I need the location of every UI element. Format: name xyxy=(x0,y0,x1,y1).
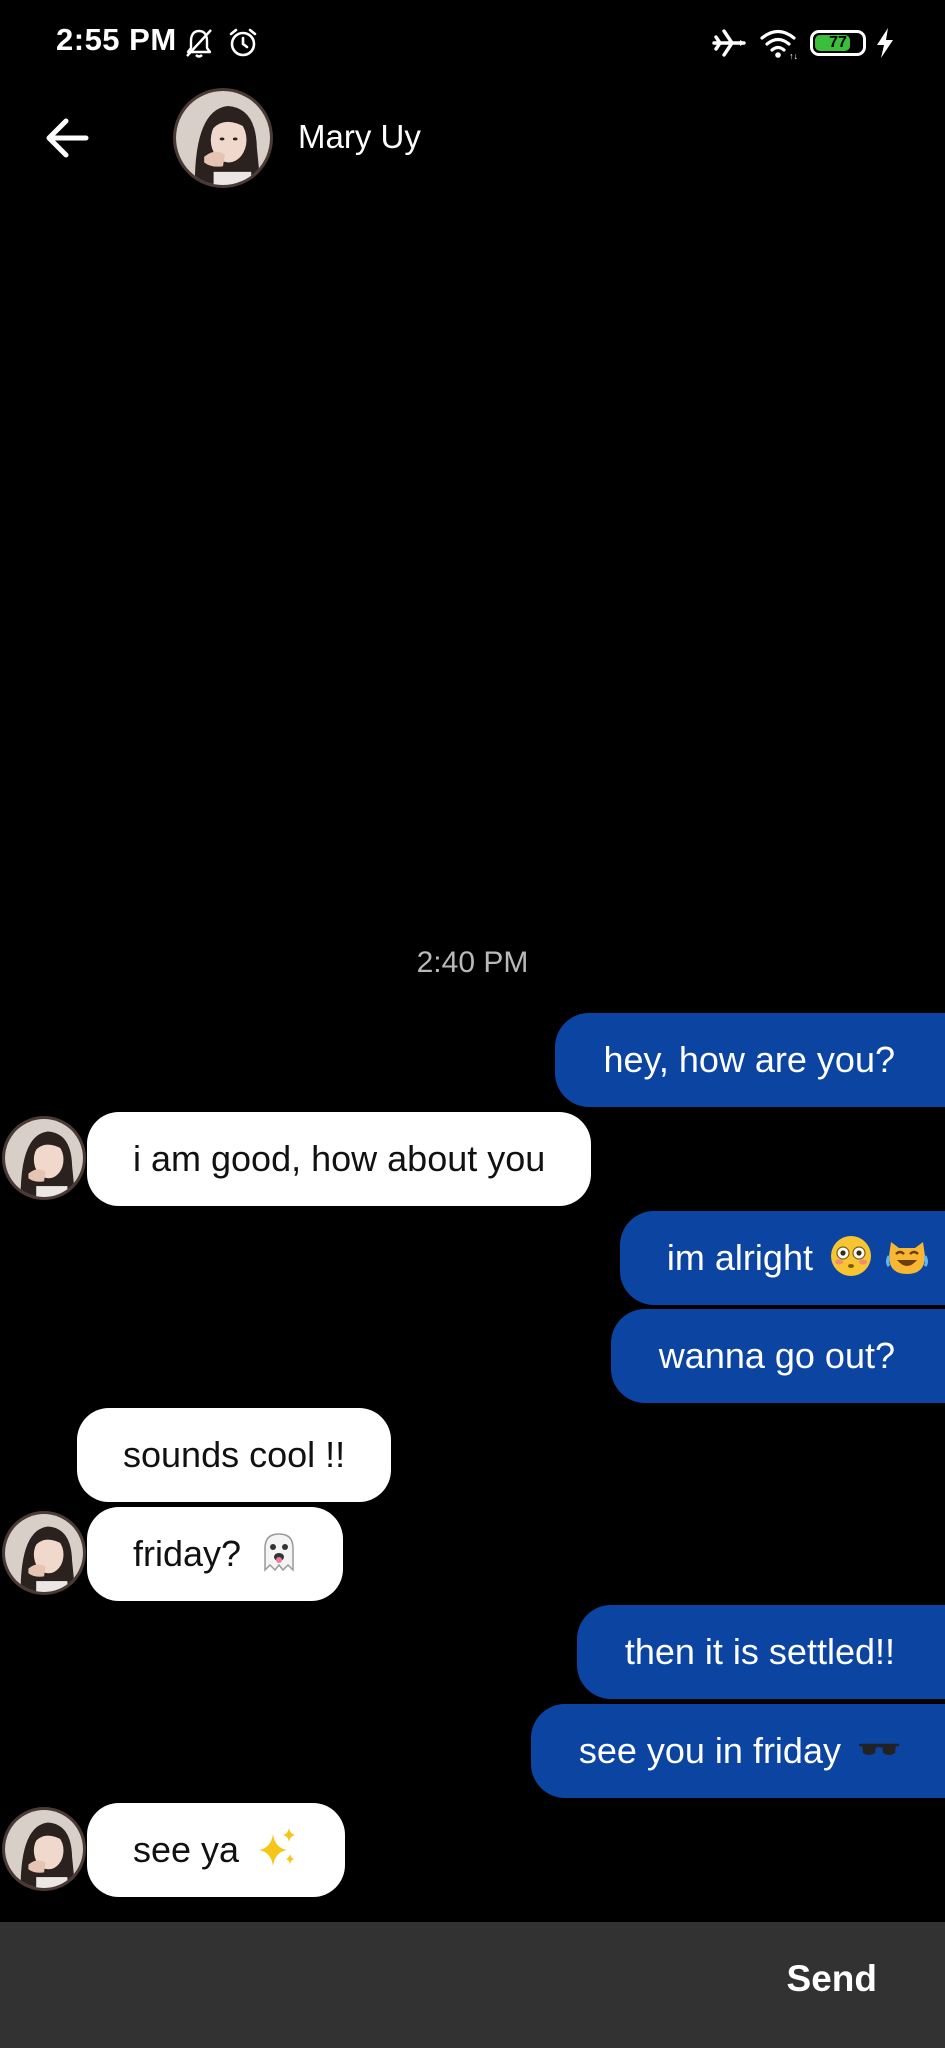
incoming-message[interactable]: i am good, how about you xyxy=(87,1112,592,1206)
conversation-header: Mary Uy xyxy=(0,88,945,188)
battery-level: 77 xyxy=(829,34,847,51)
message-input[interactable] xyxy=(30,1942,734,2030)
message-text: see you in friday xyxy=(578,1730,841,1771)
outgoing-message[interactable]: see you in friday xyxy=(530,1704,945,1798)
svg-text:↑↓: ↑↓ xyxy=(789,51,798,60)
status-bar: 2:55 PM ↑↓ 77 xyxy=(0,0,945,88)
sunglasses-emoji xyxy=(857,1727,901,1771)
message-text: im alright xyxy=(666,1237,813,1278)
message-text: then it is settled!! xyxy=(624,1631,895,1672)
outgoing-message[interactable]: wanna go out? xyxy=(610,1309,945,1403)
send-button[interactable]: Send xyxy=(787,1958,877,2000)
contact-avatar[interactable] xyxy=(173,88,273,188)
contact-avatar-small[interactable] xyxy=(2,1116,86,1200)
message-text: hey, how are you? xyxy=(603,1039,895,1080)
alarm-icon xyxy=(226,26,260,60)
outgoing-message[interactable]: im alright xyxy=(619,1211,945,1305)
sparkles-emoji xyxy=(255,1826,299,1870)
avatar-photo xyxy=(5,1119,83,1197)
outgoing-message[interactable]: hey, how are you? xyxy=(555,1013,945,1107)
avatar-photo xyxy=(176,91,270,185)
incoming-message[interactable]: see ya xyxy=(87,1803,346,1897)
charging-icon xyxy=(872,26,898,60)
incoming-message[interactable]: sounds cool !! xyxy=(77,1408,392,1502)
message-text: see ya xyxy=(133,1829,240,1870)
outgoing-message[interactable]: then it is settled!! xyxy=(576,1605,945,1699)
cat-tears-of-joy-emoji xyxy=(885,1234,929,1278)
arrow-left-icon xyxy=(46,118,89,158)
back-button[interactable] xyxy=(40,110,96,166)
incoming-message[interactable]: friday? xyxy=(87,1507,344,1601)
message-text: wanna go out? xyxy=(658,1335,895,1376)
wifi-icon: ↑↓ xyxy=(758,26,798,60)
battery-icon: 77 xyxy=(810,30,866,56)
contact-avatar-small[interactable] xyxy=(2,1807,86,1891)
status-time: 2:55 PM xyxy=(56,22,177,57)
message-text: friday? xyxy=(133,1533,242,1574)
message-timestamp: 2:40 PM xyxy=(416,946,529,979)
flushed-face-emoji xyxy=(829,1234,873,1278)
avatar-photo xyxy=(5,1514,83,1592)
contact-avatar-small[interactable] xyxy=(2,1511,86,1595)
message-text: i am good, how about you xyxy=(133,1138,546,1179)
contact-name[interactable]: Mary Uy xyxy=(298,118,421,156)
message-text: sounds cool !! xyxy=(123,1434,346,1475)
avatar-photo xyxy=(5,1810,83,1888)
airplane-icon xyxy=(712,26,746,60)
message-composer: Send xyxy=(0,1922,945,2048)
ghost-emoji xyxy=(257,1530,301,1574)
bell-off-icon xyxy=(182,26,216,60)
